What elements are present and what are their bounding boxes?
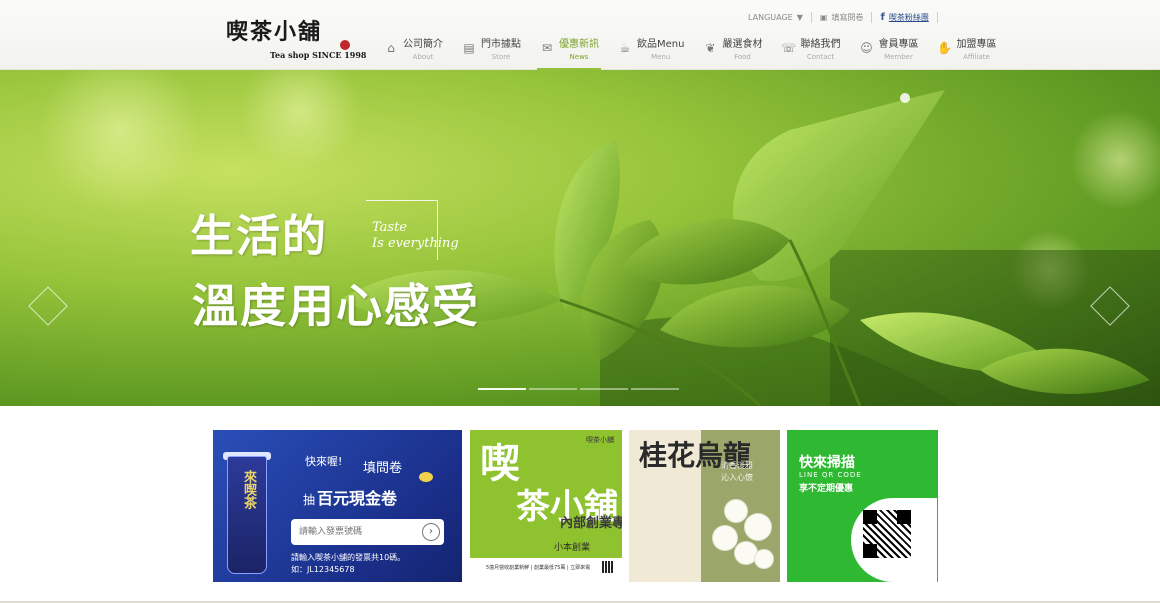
slogan-line1: 生活的 (190, 211, 328, 262)
cup-text: 來喫茶 (241, 470, 256, 509)
nav-label: 飲品Menu (637, 39, 685, 50)
survey-bubble: 快來喔! (305, 455, 343, 468)
nav-label: 聯絡我們 (800, 39, 841, 50)
poem-line1: 清香淡雅 (721, 461, 753, 470)
top-utility-bar: LANGUAGE ▼ ▣ 填寫問卷 f 喫茶粉絲團 (748, 10, 946, 24)
logo-text: 喫茶小舖 (226, 19, 323, 45)
line-offer: 享不定期優惠 (799, 484, 854, 494)
divider (810, 11, 812, 23)
chevron-down-icon: ▼ (796, 12, 803, 22)
store-icon: ▤ (463, 41, 475, 55)
franchise-sub: 小本創業 (554, 543, 591, 553)
survey-prize-text: 百元現金卷 (317, 489, 398, 508)
osmanthus-poem: 清香淡雅 沁入心懷 (721, 460, 753, 484)
house-icon: ⌂ (387, 41, 395, 55)
survey-note: 請輸入喫茶小舖的發票共10碼。 如：JL12345678 (291, 552, 405, 576)
nav-sublabel: Member (884, 53, 913, 61)
nav-item-store[interactable]: ▤ 門市據點 Store (459, 38, 523, 70)
site-header: 喫茶小舖 Tea shop SINCE 1998 LANGUAGE ▼ ▣ 填寫… (0, 0, 1160, 70)
slider-pagination (478, 388, 679, 390)
site-logo[interactable]: 喫茶小舖 Tea shop SINCE 1998 (226, 19, 366, 64)
franchise-title: 內部創業專案 (560, 516, 622, 531)
submit-arrow-icon[interactable]: › (422, 523, 440, 541)
franchise-brand: 喫茶小舖 (586, 436, 614, 444)
language-label: LANGUAGE (748, 12, 793, 22)
nav-item-menu[interactable]: ☕ 飲品Menu Menu (615, 38, 686, 70)
slider-dot[interactable] (529, 388, 577, 390)
survey-link[interactable]: ▣ 填寫問卷 (820, 12, 864, 23)
nav-label: 優惠新訊 (559, 39, 599, 50)
nav-label: 會員專區 (878, 39, 919, 50)
slider-dot[interactable] (478, 388, 526, 390)
member-icon: ☺ (860, 41, 873, 55)
survey-banner[interactable]: 來喫茶 快來喔! 填問卷 抽百元現金卷 › 請輸入喫茶小舖的發票共10碼。 如：… (213, 430, 462, 582)
survey-label: 填寫問卷 (831, 12, 864, 22)
contact-icon: ☏ (780, 41, 796, 55)
language-selector[interactable]: LANGUAGE ▼ (748, 13, 803, 22)
nav-sublabel: News (569, 53, 589, 61)
gift-icon: ▣ (819, 12, 828, 22)
nav-sublabel: Food (734, 53, 751, 61)
divider (936, 11, 938, 23)
osmanthus-oolong-banner[interactable]: 桂花烏龍 清香淡雅 沁入心懷 (629, 430, 780, 582)
flower-icon (735, 542, 757, 564)
flower-icon (745, 514, 771, 540)
flower-icon (725, 500, 747, 522)
slider-dot[interactable] (580, 388, 628, 390)
tea-leaves-image (40, 70, 1160, 406)
cup-icon: ☕ (619, 41, 631, 55)
logo-tagline: Tea shop SINCE 1998 (270, 50, 367, 60)
slogan-english: Taste Is everything (372, 220, 459, 252)
qr-code-icon[interactable] (863, 510, 911, 558)
nav-item-member[interactable]: ☺ 會員專區 Member (856, 38, 920, 70)
nav-item-news[interactable]: ✉ 優惠新訊 News (537, 38, 601, 70)
nav-label: 門市據點 (481, 39, 521, 50)
news-icon: ✉ (541, 41, 553, 55)
survey-note-line2: 如：JL12345678 (291, 565, 355, 574)
line-qr-banner[interactable]: 快來掃描 LINE QR CODE 享不定期優惠 (787, 430, 938, 582)
nav-item-about[interactable]: ⌂ 公司簡介 About (381, 38, 445, 70)
nav-label: 公司簡介 (403, 39, 443, 50)
franchise-strip-text: 5億月營收創業新鮮 | 創業最低75萬 | 立即來電 (486, 565, 591, 571)
survey-note-line1: 請輸入喫茶小舖的發票共10碼。 (291, 553, 406, 562)
divider (871, 11, 873, 23)
nav-item-contact[interactable]: ☏ 聯絡我們 Contact (778, 38, 842, 70)
bee-icon (419, 472, 433, 482)
slider-dot[interactable] (631, 388, 679, 390)
line-title: 快來掃描 (799, 455, 855, 471)
line-subtitle: LINE QR CODE (799, 471, 862, 479)
nav-sublabel: Store (491, 53, 511, 61)
main-nav: ⌂ 公司簡介 About ▤ 門市據點 Store ✉ 優惠新訊 News ☕ 飲品M… (381, 38, 1012, 70)
qr-code-icon (602, 561, 614, 573)
nav-sublabel: Contact (806, 53, 835, 61)
hero-slider: 生活的 溫度用心感受 Taste Is everything (0, 70, 1160, 406)
poem-line2: 沁入心懷 (721, 473, 753, 482)
facebook-label: 喫茶粉絲團 (888, 12, 929, 22)
nav-sublabel: Menu (651, 53, 671, 61)
flower-icon (755, 550, 773, 568)
slogan-taste-line2: Is everything (372, 236, 459, 251)
survey-prize-prefix: 抽 (303, 493, 316, 507)
slogan-line2: 溫度用心感受 (192, 279, 480, 333)
nav-label: 嚴選食材 (722, 39, 763, 50)
franchise-banner[interactable]: 喫茶小舖 喫 茶小舖 小本創業 內部創業專案 5億月營收創業新鮮 | 創業最低7… (470, 430, 622, 582)
survey-prize: 抽百元現金卷 (303, 485, 397, 509)
logo-seal-icon (340, 40, 350, 50)
nav-item-food[interactable]: ❦ 嚴選食材 Food (700, 38, 764, 70)
survey-title: 填問卷 (363, 461, 403, 476)
facebook-icon: f (880, 11, 885, 23)
slogan-taste-line1: Taste (372, 220, 408, 235)
nav-item-affiliate[interactable]: ✋ 加盟專區 Affiliate (934, 38, 998, 70)
nav-sublabel: Affiliate (963, 53, 990, 61)
flower-icon (713, 526, 737, 550)
facebook-link[interactable]: f 喫茶粉絲團 (880, 12, 928, 23)
nav-sublabel: About (412, 53, 434, 61)
franchise-big-char: 喫 (480, 440, 520, 487)
leaf-icon: ❦ (705, 41, 716, 55)
handshake-icon: ✋ (936, 41, 952, 55)
nav-label: 加盟專區 (956, 39, 997, 50)
